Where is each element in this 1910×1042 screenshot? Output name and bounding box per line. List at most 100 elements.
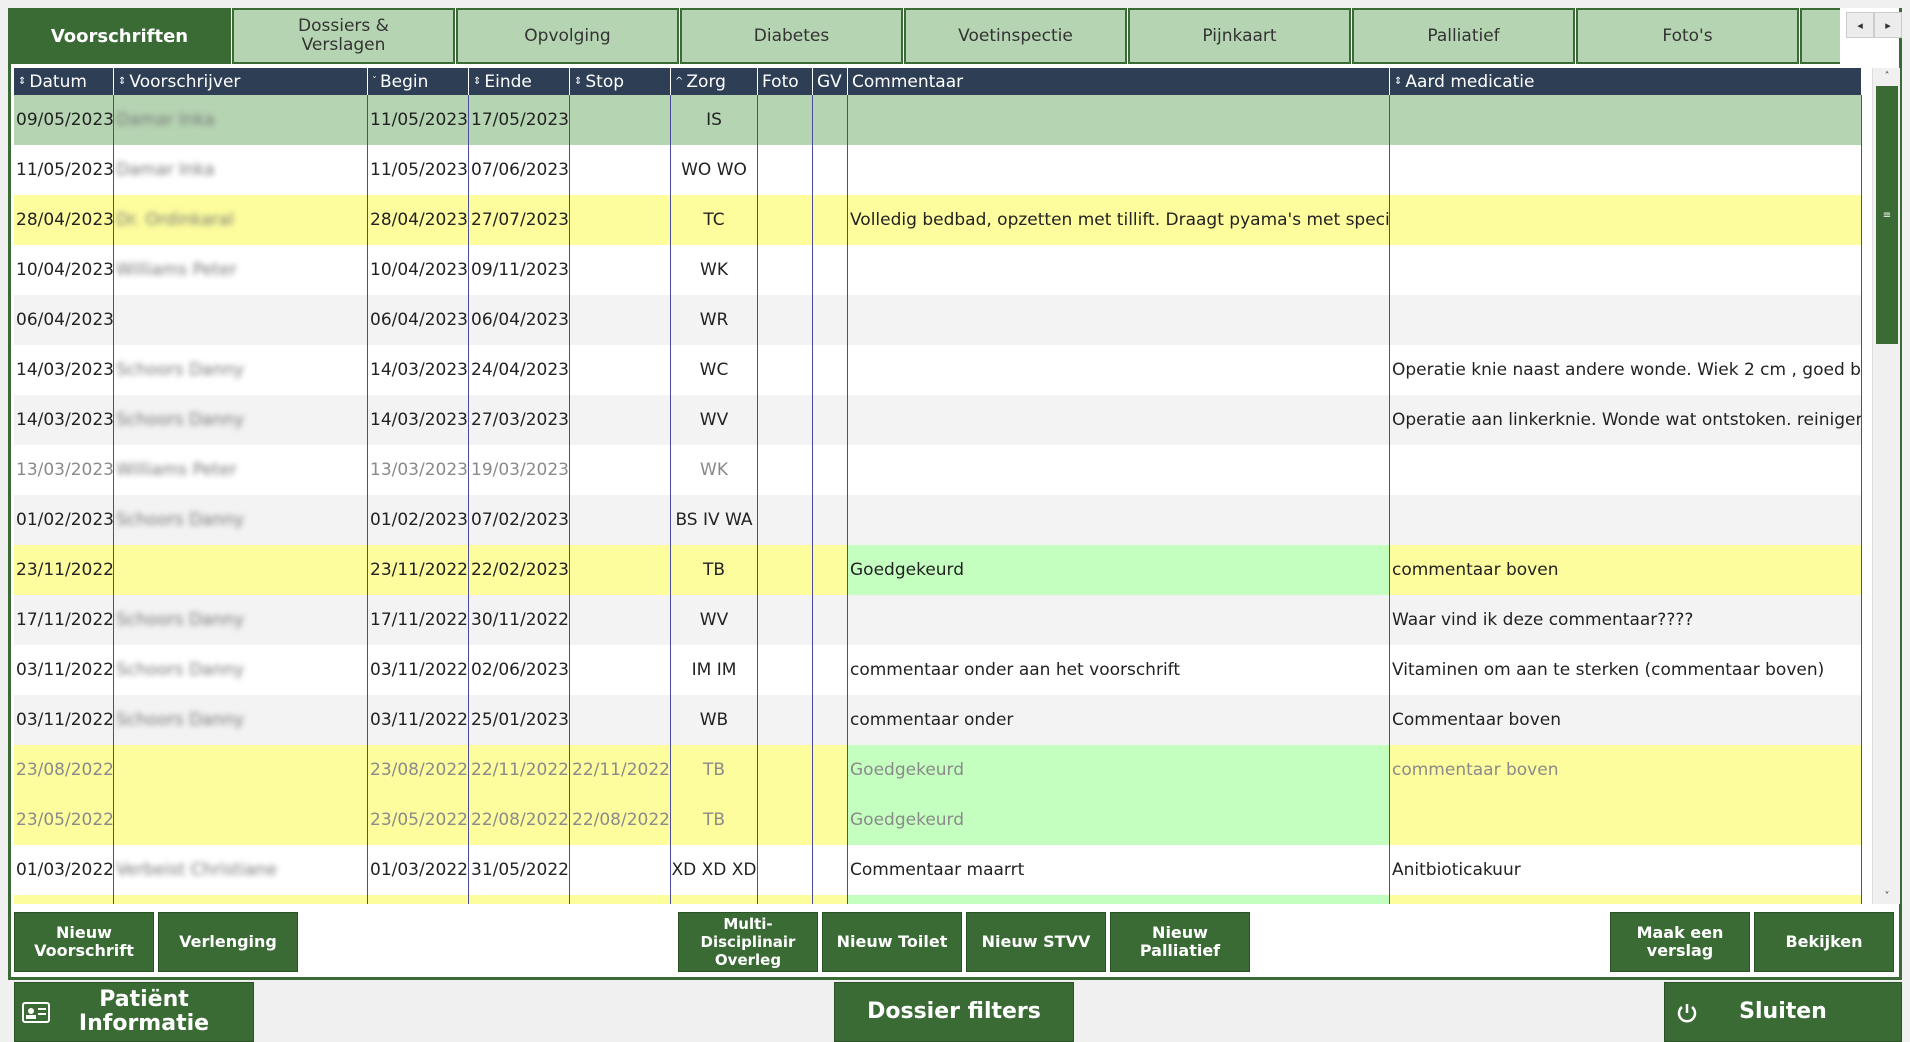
- scroll-down-icon[interactable]: ˅: [1873, 888, 1901, 904]
- column-header-stop[interactable]: ⇕ Stop: [570, 68, 671, 95]
- cell-text: IM IM: [691, 660, 737, 680]
- cell-foto: [758, 645, 813, 695]
- tab-voetinspectie[interactable]: Voetinspectie: [904, 8, 1127, 64]
- cell-einde: 17/05/2023: [469, 95, 570, 145]
- column-label: Commentaar: [852, 71, 964, 92]
- table-row[interactable]: 11/05/2023 Damar Inka 11/05/2023 07/06/2023…: [14, 145, 1862, 195]
- cell-gv: [813, 495, 848, 545]
- cell-zorg: WB: [671, 695, 758, 745]
- tab-diabetes[interactable]: Diabetes: [680, 8, 903, 64]
- cell-foto: [758, 595, 813, 645]
- scroll-up-icon[interactable]: ˄: [1873, 68, 1901, 84]
- column-header-foto[interactable]: Foto: [758, 68, 813, 95]
- column-header-datum[interactable]: ⇕ Datum: [14, 68, 114, 95]
- tab-next-arrow-icon[interactable]: ▸: [1874, 12, 1902, 38]
- table-row[interactable]: 13/03/2023 Williams Peter 13/03/2023 19/03/…: [14, 445, 1862, 495]
- cell-commentaar: [848, 595, 1390, 645]
- vertical-scrollbar[interactable]: ˄ ≡ ˅: [1872, 68, 1900, 904]
- cell-stop: 22/11/2022: [570, 745, 671, 795]
- close-button[interactable]: Sluiten: [1664, 982, 1902, 1042]
- cell-gv: [813, 245, 848, 295]
- new-toilet-button[interactable]: Nieuw Toilet: [822, 912, 962, 972]
- column-header-gv[interactable]: GV: [813, 68, 848, 95]
- column-label: GV: [817, 71, 842, 92]
- table-row[interactable]: 14/03/2023 Schoors Danny 14/03/2023 27/03/2…: [14, 395, 1862, 445]
- table-row[interactable]: 03/11/2022 Schoors Danny 03/11/2022 25/01/2…: [14, 695, 1862, 745]
- cell-datum: 17/11/2022: [14, 595, 114, 645]
- tab-opvolging[interactable]: Opvolging: [456, 8, 679, 64]
- cell-einde: 07/02/2023: [469, 495, 570, 545]
- table-row[interactable]: 14/03/2023 Schoors Danny 14/03/2023 24/04/2…: [14, 345, 1862, 395]
- cell-commentaar: [848, 345, 1390, 395]
- cell-datum: 11/05/2023: [14, 145, 114, 195]
- column-label: Datum: [29, 71, 87, 92]
- cell-text: WV: [699, 610, 729, 630]
- table-row[interactable]: 01/02/2023 Schoors Danny 01/02/2023 07/02/2…: [14, 495, 1862, 545]
- new-palliative-button[interactable]: Nieuw Palliatief: [1110, 912, 1250, 972]
- cell-text: WR: [699, 310, 729, 330]
- cell-einde: 06/04/2023: [469, 295, 570, 345]
- table-row[interactable]: 06/04/2023 06/04/2023 06/04/2023 WR: [14, 295, 1862, 345]
- column-header-begin[interactable]: ˇ Begin: [368, 68, 469, 95]
- column-header-aard-medicatie[interactable]: ⇕ Aard medicatie: [1390, 68, 1862, 95]
- patient-info-button[interactable]: Patiënt Informatie: [14, 982, 254, 1042]
- cell-gv: [813, 845, 848, 895]
- extension-button[interactable]: Verlenging: [158, 912, 298, 972]
- tab-overflow[interactable]: [1800, 8, 1840, 64]
- cell-zorg: WK: [671, 245, 758, 295]
- cell-text: Volledig bedbad, opzetten met tillift. D…: [850, 210, 1390, 230]
- create-report-button[interactable]: Maak een verslag: [1610, 912, 1750, 972]
- table-row[interactable]: 28/04/2023 Dr. Ordinkaral 28/04/2023 27/07/…: [14, 195, 1862, 245]
- column-header-voorschrijver[interactable]: ⇕ Voorschrijver: [114, 68, 368, 95]
- cell-datum: 09/05/2023: [14, 95, 114, 145]
- new-stvv-button[interactable]: Nieuw STVV: [966, 912, 1106, 972]
- tab-pijnkaart[interactable]: Pijnkaart: [1128, 8, 1351, 64]
- cell-stop: [570, 395, 671, 445]
- tab-palliatief[interactable]: Palliatief: [1352, 8, 1575, 64]
- multidisciplinary-meeting-button[interactable]: Multi-Disciplinair Overleg: [678, 912, 818, 972]
- cell-voorschrijver: [114, 545, 368, 595]
- cell-text: 31/05/2022: [471, 860, 569, 880]
- cell-aard: commentaar boven: [1390, 545, 1862, 595]
- table-row[interactable]: 23/08/2022 23/08/2022 22/11/2022 22/11/2022…: [14, 745, 1862, 795]
- cell-text: 10/04/2023: [16, 260, 114, 280]
- cell-foto: [758, 395, 813, 445]
- cell-text: 10/04/2023: [370, 260, 468, 280]
- cell-text: Dr. Ordinkaral: [116, 210, 234, 230]
- cell-datum: 01/03/2022: [14, 845, 114, 895]
- cell-foto: [758, 845, 813, 895]
- cell-voorschrijver: Williams Peter: [114, 245, 368, 295]
- scroll-thumb[interactable]: ≡: [1876, 86, 1898, 344]
- table-row[interactable]: [14, 895, 1862, 904]
- new-prescription-button[interactable]: Nieuw Voorschrift: [14, 912, 154, 972]
- table-row[interactable]: 17/11/2022 Schoors Danny 17/11/2022 30/11/2…: [14, 595, 1862, 645]
- table-row[interactable]: 23/05/2022 23/05/2022 22/08/2022 22/08/2022…: [14, 795, 1862, 845]
- tab-prev-arrow-icon[interactable]: ◂: [1846, 12, 1874, 38]
- cell-stop: [570, 95, 671, 145]
- table-row[interactable]: 23/11/2022 23/11/2022 22/02/2023 TB Goedgeke…: [14, 545, 1862, 595]
- sort-icon: ˇ: [372, 76, 377, 87]
- cell-text: Operatie knie naast andere wonde. Wiek 2…: [1392, 360, 1862, 380]
- table-row[interactable]: 03/11/2022 Schoors Danny 03/11/2022 02/06/2…: [14, 645, 1862, 695]
- column-header-zorg[interactable]: ^ Zorg: [671, 68, 758, 95]
- cell-aard: [1390, 495, 1862, 545]
- cell-foto: [758, 795, 813, 845]
- table-row[interactable]: 10/04/2023 Williams Peter 10/04/2023 09/11/…: [14, 245, 1862, 295]
- tab-fotos[interactable]: Foto's: [1576, 8, 1799, 64]
- tab-voorschriften[interactable]: Voorschriften: [8, 8, 231, 64]
- dossier-filters-button[interactable]: Dossier filters: [834, 982, 1074, 1042]
- cell-text: 22/08/2022: [471, 810, 569, 830]
- column-header-commentaar[interactable]: Commentaar: [848, 68, 1390, 95]
- cell-text: 11/05/2023: [370, 110, 468, 130]
- tab-dossiers-verslagen[interactable]: Dossiers & Verslagen: [232, 8, 455, 64]
- cell-begin: 01/02/2023: [368, 495, 469, 545]
- view-button[interactable]: Bekijken: [1754, 912, 1894, 972]
- table-row[interactable]: 01/03/2022 Verbeist Christiane 01/03/2022 3…: [14, 845, 1862, 895]
- column-header-einde[interactable]: ⇕ Einde: [469, 68, 570, 95]
- table-row[interactable]: 09/05/2023 Damar Inka 11/05/2023 17/05/2023…: [14, 95, 1862, 145]
- cell-text: 22/08/2022: [572, 810, 670, 830]
- cell-begin: [368, 895, 469, 904]
- cell-datum: 14/03/2023: [14, 395, 114, 445]
- cell-text: BS IV WA: [675, 510, 753, 530]
- cell-aard: Commentaar boven: [1390, 695, 1862, 745]
